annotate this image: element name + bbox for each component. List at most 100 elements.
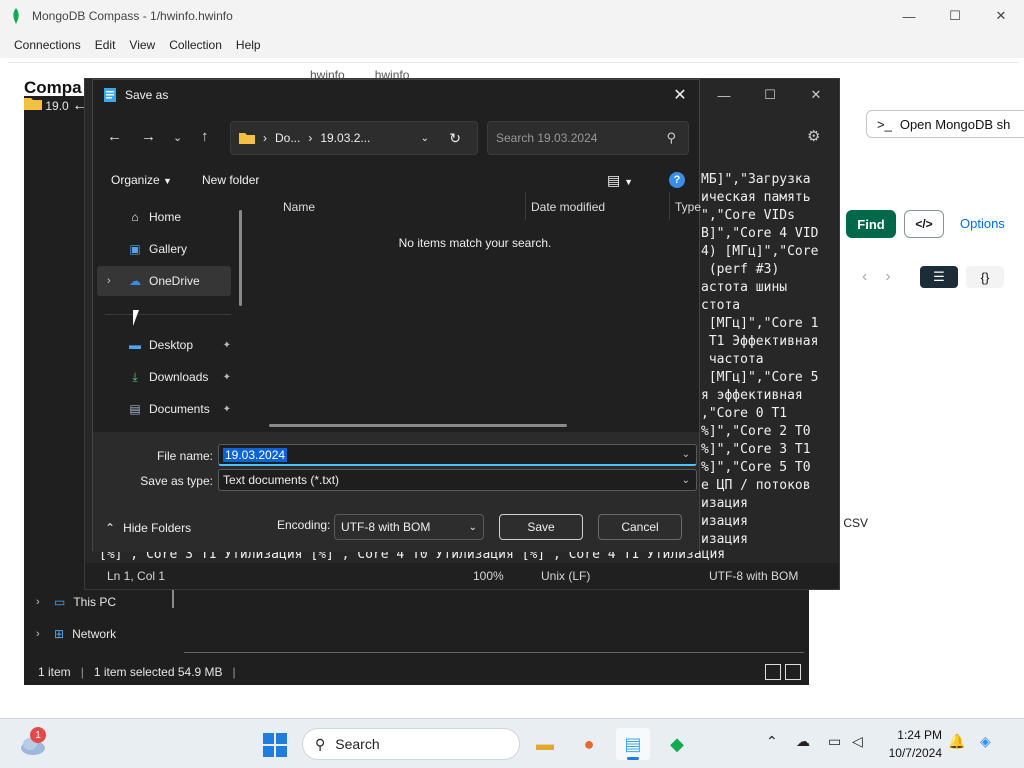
nav-network[interactable]: › ⊞ Network bbox=[24, 618, 184, 650]
column-date-modified[interactable]: Date modified bbox=[531, 200, 605, 214]
chevron-down-icon[interactable]: ⌄ bbox=[173, 131, 182, 144]
tiles-view-icon[interactable] bbox=[785, 664, 801, 680]
minimize-icon[interactable]: — bbox=[701, 79, 747, 111]
breadcrumb-item-2[interactable]: 19.03.2... bbox=[320, 131, 370, 145]
encoding-label: Encoding: bbox=[277, 518, 331, 532]
options-link[interactable]: Options bbox=[960, 216, 1005, 231]
explorer-tab-label[interactable]: 19.0 bbox=[45, 99, 68, 113]
firefox-taskbar-icon[interactable]: ● bbox=[572, 728, 606, 760]
column-name[interactable]: Name bbox=[283, 200, 315, 214]
notepad-line: B]","Core 4 VID bbox=[701, 226, 819, 241]
list-view-icon[interactable]: ☰ bbox=[920, 266, 958, 288]
menu-connections[interactable]: Connections bbox=[14, 38, 81, 52]
nav-onedrive[interactable]: › ☁ OneDrive bbox=[97, 266, 231, 296]
status-separator: | bbox=[80, 665, 84, 679]
breadcrumb-separator: › bbox=[263, 131, 267, 145]
nav-documents[interactable]: ▤ Documents ✦ bbox=[97, 394, 231, 424]
start-button[interactable] bbox=[263, 733, 287, 757]
forward-arrow-icon[interactable]: → bbox=[141, 128, 156, 145]
nav-this-pc[interactable]: › ▭ This PC bbox=[24, 586, 184, 618]
chevron-up-icon[interactable]: ⌃ bbox=[766, 733, 778, 750]
address-box[interactable]: › Do... › 19.03.2... ⌄ ↻ bbox=[230, 121, 478, 155]
bell-icon[interactable]: 🔔 bbox=[948, 733, 965, 750]
nav-scrollbar[interactable] bbox=[239, 210, 242, 306]
breadcrumb-separator: › bbox=[308, 131, 313, 145]
nav-desktop[interactable]: ▬ Desktop ✦ bbox=[97, 330, 231, 360]
chevron-right-icon[interactable]: › bbox=[36, 596, 46, 608]
view-options-icon[interactable]: ▤ ▼ bbox=[607, 172, 633, 189]
pin-icon[interactable]: ✦ bbox=[223, 372, 231, 383]
compass-heading: Compa bbox=[24, 78, 82, 97]
mongodb-leaf-icon bbox=[13, 8, 19, 24]
volume-muted-icon[interactable]: ◁ bbox=[852, 733, 863, 750]
notepad-text[interactable]: МБ]","Загрузка ическая память ","Core VIDs… bbox=[701, 171, 841, 549]
organize-label: Organize bbox=[111, 173, 160, 187]
chevron-down-icon[interactable]: ⌄ bbox=[682, 449, 690, 460]
up-arrow-icon[interactable]: ↑ bbox=[201, 128, 209, 145]
close-icon[interactable]: ✕ bbox=[978, 0, 1024, 32]
explorer-hscroll[interactable] bbox=[184, 652, 804, 653]
file-name-input[interactable]: 19.03.2024 ⌄ bbox=[218, 444, 697, 466]
details-view-icon[interactable] bbox=[765, 664, 781, 680]
breadcrumb-item-1[interactable]: Do... bbox=[275, 131, 300, 145]
taskbar-clock[interactable]: 1:24 PM 10/7/2024 bbox=[876, 726, 942, 762]
chevron-down-icon[interactable]: ⌄ bbox=[682, 475, 690, 486]
dialog-bottom-panel: File name: 19.03.2024 ⌄ Save as type: Te… bbox=[93, 432, 699, 552]
encoding-select[interactable]: UTF-8 with BOM ⌄ bbox=[334, 514, 484, 540]
file-explorer-taskbar-icon[interactable]: ▬ bbox=[528, 728, 562, 760]
nav-gallery[interactable]: ▣ Gallery bbox=[97, 234, 231, 264]
computer-icon: ▭ bbox=[54, 595, 66, 609]
nav-home[interactable]: ⌂ Home bbox=[97, 202, 231, 232]
back-arrow-icon[interactable]: ← bbox=[107, 128, 122, 145]
pin-icon[interactable]: ✦ bbox=[223, 404, 231, 415]
chevron-right-icon[interactable]: › bbox=[885, 268, 890, 286]
help-icon[interactable]: ? bbox=[669, 172, 685, 188]
settings-icon[interactable]: ⚙ bbox=[807, 127, 820, 145]
copilot-icon[interactable]: ◈ bbox=[980, 733, 991, 750]
code-button[interactable]: </> bbox=[904, 210, 944, 238]
organize-menu[interactable]: Organize ▼ bbox=[111, 173, 172, 187]
column-separator[interactable] bbox=[669, 192, 670, 220]
maximize-icon[interactable]: ☐ bbox=[747, 79, 793, 111]
windows-logo-tile bbox=[276, 733, 287, 744]
compass-menubar: Connections Edit View Collection Help bbox=[0, 32, 1024, 58]
chevron-right-icon[interactable]: › bbox=[36, 628, 46, 640]
find-button[interactable]: Find bbox=[846, 210, 896, 238]
menu-view[interactable]: View bbox=[129, 38, 155, 52]
save-as-type-label: Save as type: bbox=[140, 474, 213, 488]
save-as-type-select[interactable]: Text documents (*.txt) ⌄ bbox=[218, 469, 697, 491]
windows-logo-tile bbox=[276, 746, 287, 757]
close-icon[interactable]: ✕ bbox=[669, 84, 691, 106]
column-separator[interactable] bbox=[525, 192, 526, 220]
new-folder-button[interactable]: New folder bbox=[202, 173, 259, 187]
menu-edit[interactable]: Edit bbox=[95, 38, 116, 52]
nav-divider bbox=[105, 314, 231, 315]
taskbar-search[interactable]: ⚲ Search bbox=[302, 728, 520, 760]
chevron-down-icon[interactable]: ⌄ bbox=[421, 133, 429, 144]
minimize-icon[interactable]: — bbox=[886, 0, 932, 32]
column-type[interactable]: Type bbox=[675, 200, 701, 214]
cancel-button[interactable]: Cancel bbox=[598, 514, 682, 540]
refresh-icon[interactable]: ↻ bbox=[449, 130, 461, 147]
save-button[interactable]: Save bbox=[499, 514, 583, 540]
chevron-right-icon[interactable]: › bbox=[107, 275, 111, 287]
close-icon[interactable]: ✕ bbox=[793, 79, 839, 111]
open-shell-button[interactable]: >_ Open MongoDB sh bbox=[866, 110, 1024, 138]
json-view-icon[interactable]: {} bbox=[966, 266, 1004, 288]
nav-network-label: Network bbox=[72, 627, 117, 641]
file-list-hscroll[interactable] bbox=[269, 424, 567, 427]
network-off-icon[interactable]: ☁ bbox=[796, 733, 810, 750]
compass-taskbar-icon[interactable]: ◆ bbox=[660, 728, 694, 760]
display-icon[interactable]: ▭ bbox=[828, 733, 841, 750]
maximize-icon[interactable]: ☐ bbox=[932, 0, 978, 32]
nav-downloads[interactable]: ⤓ Downloads ✦ bbox=[97, 362, 231, 392]
nav-gallery-label: Gallery bbox=[149, 242, 188, 256]
search-input[interactable]: Search 19.03.2024 ⚲ bbox=[487, 121, 689, 155]
hide-folders-button[interactable]: ⌃ Hide Folders bbox=[105, 521, 191, 535]
menu-collection[interactable]: Collection bbox=[169, 38, 222, 52]
chevron-left-icon[interactable]: ‹ bbox=[862, 268, 867, 286]
menu-help[interactable]: Help bbox=[236, 38, 261, 52]
notepad-taskbar-icon[interactable]: ▤ bbox=[616, 728, 650, 760]
notepad-line: (perf #3) bbox=[701, 262, 780, 277]
pin-icon[interactable]: ✦ bbox=[223, 340, 231, 351]
